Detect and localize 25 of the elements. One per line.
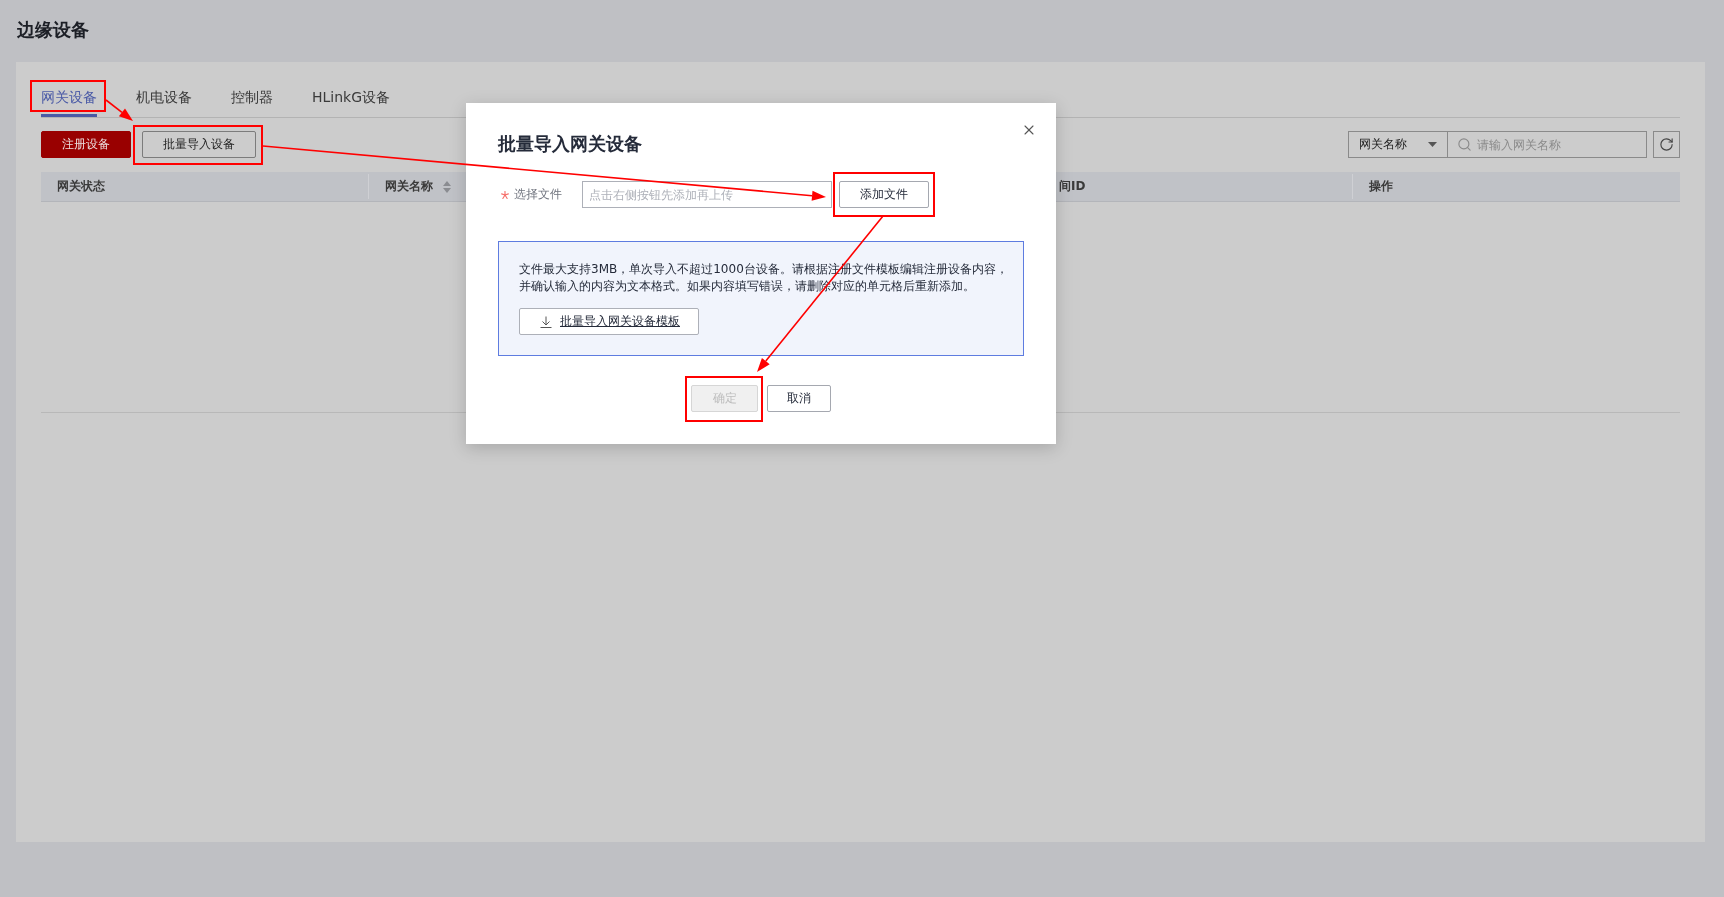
- tab[interactable]: 机电设备: [136, 87, 192, 117]
- filter-select[interactable]: 网关名称: [1348, 131, 1448, 158]
- register-button[interactable]: 注册设备: [41, 131, 131, 158]
- import-button[interactable]: 批量导入设备: [142, 131, 256, 158]
- tab[interactable]: HLinkG设备: [312, 87, 391, 117]
- cancel-button[interactable]: 取消: [767, 385, 831, 412]
- dialog-title: 批量导入网关设备: [498, 132, 642, 156]
- column-header: 网关名称: [385, 178, 433, 195]
- column-header: 网关状态: [57, 178, 105, 195]
- refresh-button[interactable]: [1653, 131, 1680, 158]
- refresh-icon: [1659, 137, 1674, 152]
- file-path-field[interactable]: 点击右侧按钮先添加再上传: [582, 181, 832, 208]
- caret-icon: [1428, 142, 1437, 147]
- annotation-arrow: [105, 99, 133, 121]
- column-header: 间ID: [1059, 178, 1086, 195]
- download-template-button[interactable]: 批量导入网关设备模板: [519, 308, 699, 335]
- field-label: 选择文件: [514, 186, 562, 203]
- page-title: 边缘设备: [17, 18, 89, 42]
- column-header: 操作: [1369, 178, 1393, 195]
- search-icon: [1457, 137, 1472, 152]
- tab[interactable]: 控制器: [231, 87, 273, 117]
- tab[interactable]: 网关设备: [41, 87, 97, 117]
- download-icon: [540, 315, 552, 328]
- search-field[interactable]: 请输入网关名称: [1447, 131, 1647, 158]
- add-file-button[interactable]: 添加文件: [839, 181, 929, 208]
